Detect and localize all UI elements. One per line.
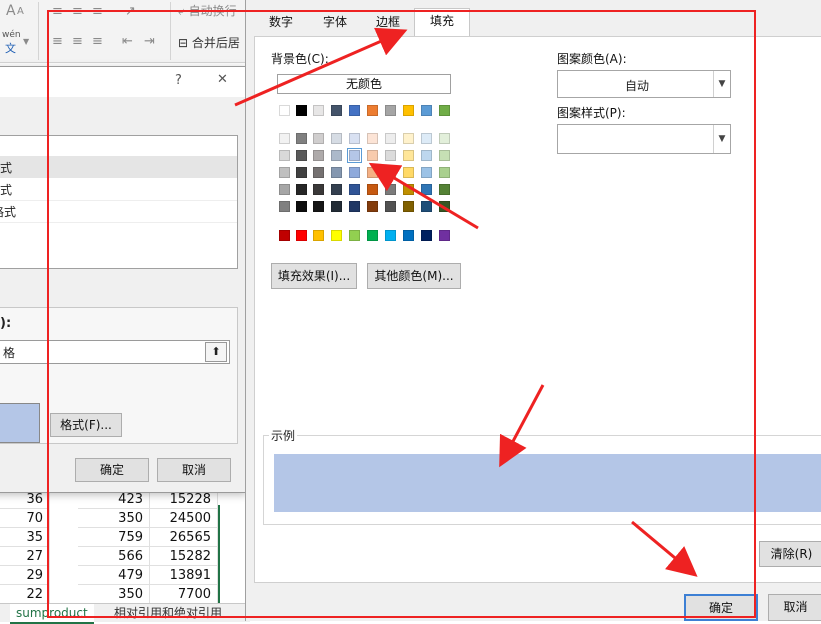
arrow-to-fill-tab [234, 27, 408, 107]
annotation-arrows [234, 27, 698, 577]
arrow-to-ok [631, 520, 698, 577]
arrow-to-swatch [368, 162, 479, 230]
arrow-to-sample [499, 384, 545, 468]
